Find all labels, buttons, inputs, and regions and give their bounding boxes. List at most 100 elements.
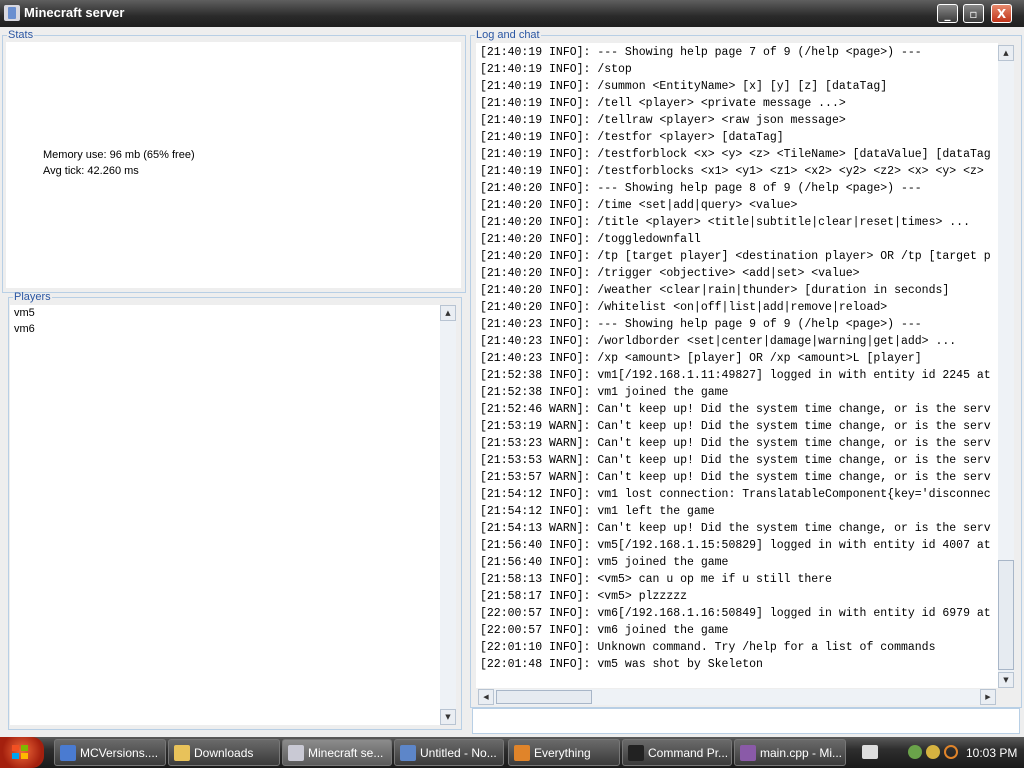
taskbar-item[interactable]: Everything [508, 739, 620, 766]
taskbar-item[interactable]: Downloads [168, 739, 280, 766]
players-list[interactable]: vm5 vm6 [10, 305, 456, 725]
log-line: [21:40:19 INFO]: /testforblock <x> <y> <… [480, 148, 991, 161]
close-icon: X [996, 7, 1007, 21]
log-line: [21:40:20 INFO]: /title <player> <title|… [480, 216, 970, 229]
taskbar-item-label: Command Pr... [648, 746, 729, 760]
log-line: [21:40:20 INFO]: /trigger <objective> <a… [480, 267, 860, 280]
network-icon[interactable] [908, 745, 922, 759]
scroll-up-button[interactable]: ▲ [440, 305, 456, 321]
memory-use-label: Memory use: 96 mb (65% free) [43, 149, 195, 161]
everything-tray-icon[interactable] [944, 745, 958, 759]
arrow-up-icon: ▲ [1003, 49, 1009, 57]
maximize-icon: ▫ [969, 7, 978, 21]
cmd-icon [628, 745, 644, 761]
players-scrollbar[interactable]: ▲ ▼ [440, 305, 456, 725]
taskbar-item-label: main.cpp - Mi... [760, 746, 843, 760]
player-item[interactable]: vm5 [10, 305, 456, 321]
maximize-button[interactable]: ▫ [963, 4, 984, 23]
player-item[interactable]: vm6 [10, 321, 456, 337]
log-line: [21:56:40 INFO]: vm5[/192.168.1.15:50829… [480, 539, 991, 552]
log-hscrollbar[interactable]: ◀ ▶ [478, 689, 996, 705]
log-line: [21:52:38 INFO]: vm1 joined the game [480, 386, 729, 399]
scroll-left-button[interactable]: ◀ [478, 689, 494, 705]
log-line: [21:40:20 INFO]: /tp [target player] <de… [480, 250, 991, 263]
java-app-icon [4, 5, 20, 21]
log-line: [21:40:23 INFO]: /xp <amount> [player] O… [480, 352, 922, 365]
visual-studio-icon [740, 745, 756, 761]
log-line: [21:58:17 INFO]: <vm5> plzzzzz [480, 590, 688, 603]
taskbar-item[interactable]: MCVersions.... [54, 739, 166, 766]
hscroll-thumb[interactable] [496, 690, 592, 704]
notepad-icon [400, 745, 416, 761]
log-line: [21:53:53 WARN]: Can't keep up! Did the … [480, 454, 991, 467]
log-line: [21:54:12 INFO]: vm1 left the game [480, 505, 715, 518]
scroll-down-button[interactable]: ▼ [998, 672, 1014, 688]
scroll-right-button[interactable]: ▶ [980, 689, 996, 705]
window-titlebar[interactable]: Minecraft server _ ▫ X [0, 0, 1024, 27]
log-line: [21:56:40 INFO]: vm5 joined the game [480, 556, 729, 569]
arrow-left-icon: ◀ [483, 693, 489, 701]
log-line: [21:40:19 INFO]: /stop [480, 63, 632, 76]
stats-legend: Stats [8, 29, 34, 41]
log-line: [22:01:48 INFO]: vm5 was shot by Skeleto… [480, 658, 763, 671]
taskbar: MCVersions.... Downloads Minecraft se... Un… [0, 737, 1024, 768]
minimize-button[interactable]: _ [937, 4, 958, 23]
log-line: [21:40:19 INFO]: /summon <EntityName> [x… [480, 80, 888, 93]
taskbar-item[interactable]: main.cpp - Mi... [734, 739, 846, 766]
windows-logo-icon [12, 745, 28, 759]
start-button[interactable] [0, 737, 44, 768]
taskbar-item[interactable]: Untitled - No... [394, 739, 504, 766]
scroll-thumb[interactable] [998, 560, 1014, 670]
taskbar-item[interactable]: Minecraft se... [282, 739, 392, 766]
log-line: [21:40:20 INFO]: /weather <clear|rain|th… [480, 284, 950, 297]
taskbar-item[interactable]: Command Pr... [622, 739, 732, 766]
scroll-down-button[interactable]: ▼ [440, 709, 456, 725]
stats-area: Memory use: 96 mb (65% free) Avg tick: 4… [6, 42, 461, 288]
log-line: [21:40:20 INFO]: /toggledownfall [480, 233, 701, 246]
log-line: [21:40:19 INFO]: /tell <player> <private… [480, 97, 846, 110]
log-line: [21:52:38 INFO]: vm1[/192.168.1.11:49827… [480, 369, 991, 382]
log-line: [21:40:20 INFO]: /whitelist <on|off|list… [480, 301, 888, 314]
search-icon [514, 745, 530, 761]
java-icon [288, 745, 304, 761]
arrow-down-icon: ▼ [1003, 676, 1009, 684]
close-button[interactable]: X [991, 4, 1012, 23]
log-line: [21:40:20 INFO]: /time <set|add|query> <… [480, 199, 798, 212]
clock[interactable]: 10:03 PM [966, 746, 1017, 760]
folder-icon [174, 745, 190, 761]
keyboard-icon[interactable] [862, 745, 878, 759]
browser-icon [60, 745, 76, 761]
arrow-right-icon: ▶ [985, 693, 991, 701]
log-line: [22:00:57 INFO]: vm6 joined the game [480, 624, 729, 637]
log-line: [21:40:23 INFO]: /worldborder <set|cente… [480, 335, 957, 348]
taskbar-item-label: Untitled - No... [420, 746, 497, 760]
minimize-icon: _ [944, 7, 951, 21]
log-line: [21:40:19 INFO]: /testfor <player> [data… [480, 131, 784, 144]
taskbar-item-label: Downloads [194, 746, 254, 760]
log-line: [21:53:23 WARN]: Can't keep up! Did the … [480, 437, 991, 450]
volume-icon[interactable] [926, 745, 940, 759]
log-line: [21:54:12 INFO]: vm1 lost connection: Tr… [480, 488, 991, 501]
players-legend: Players [14, 291, 51, 303]
scroll-up-button[interactable]: ▲ [998, 45, 1014, 61]
log-line: [21:58:13 INFO]: <vm5> can u op me if u … [480, 573, 832, 586]
log-line: [21:53:19 WARN]: Can't keep up! Did the … [480, 420, 991, 433]
log-line: [21:53:57 WARN]: Can't keep up! Did the … [480, 471, 991, 484]
log-legend: Log and chat [476, 29, 540, 41]
log-line: [21:40:20 INFO]: --- Showing help page 8… [480, 182, 922, 195]
taskbar-item-label: Everything [534, 746, 591, 760]
avg-tick-label: Avg tick: 42.260 ms [43, 165, 139, 177]
log-line: [21:40:19 INFO]: /testforblocks <x1> <y1… [480, 165, 984, 178]
log-line: [22:00:57 INFO]: vm6[/192.168.1.16:50849… [480, 607, 991, 620]
log-line: [21:40:19 INFO]: --- Showing help page 7… [480, 46, 922, 59]
command-input[interactable] [472, 708, 1020, 734]
log-line: [21:40:19 INFO]: /tellraw <player> <raw … [480, 114, 846, 127]
log-text: [21:40:19 INFO]: --- Showing help page 7… [480, 44, 995, 684]
taskbar-item-label: Minecraft se... [308, 746, 384, 760]
window-title: Minecraft server [24, 5, 125, 20]
log-vscrollbar[interactable]: ▲ ▼ [998, 45, 1014, 688]
arrow-up-icon: ▲ [445, 309, 451, 317]
log-line: [21:52:46 WARN]: Can't keep up! Did the … [480, 403, 991, 416]
log-line: [22:01:10 INFO]: Unknown command. Try /h… [480, 641, 936, 654]
log-line: [21:40:23 INFO]: --- Showing help page 9… [480, 318, 922, 331]
